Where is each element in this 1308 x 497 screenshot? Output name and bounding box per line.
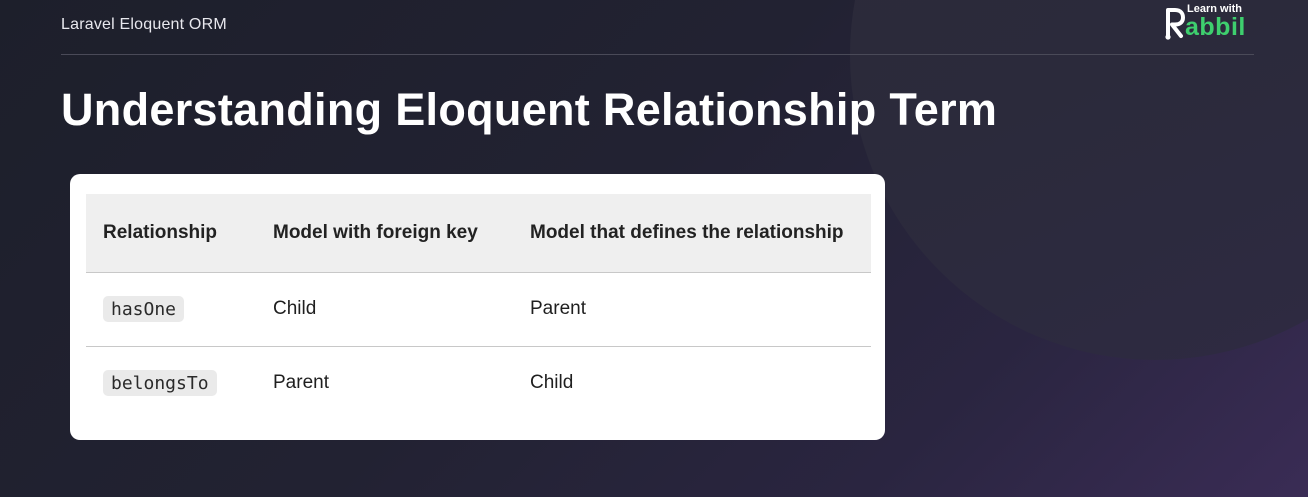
slide: Laravel Eloquent ORM Learn with abbil Un… — [0, 0, 1308, 497]
course-title: Laravel Eloquent ORM — [61, 16, 227, 33]
relationship-code: belongsTo — [103, 370, 217, 397]
logo-brand: abbil — [1185, 13, 1246, 41]
relationship-code: hasOne — [103, 296, 185, 322]
relationship-cell: hasOne — [86, 272, 273, 347]
rabbil-r-icon — [1165, 8, 1185, 40]
table-header-row: Relationship Model with foreign key Mode… — [86, 194, 871, 273]
table-row: hasOne Child Parent — [86, 272, 871, 347]
relationship-table-card: Relationship Model with foreign key Mode… — [70, 174, 885, 440]
defining-model-cell: Child — [530, 372, 574, 394]
column-header-defining-model: Model that defines the relationship — [530, 194, 871, 273]
relationship-table: Relationship Model with foreign key Mode… — [86, 194, 871, 420]
foreign-key-model-cell: Parent — [273, 372, 329, 394]
learn-with-rabbil-logo: Learn with abbil — [1163, 2, 1258, 42]
defining-model-cell: Parent — [530, 272, 871, 347]
header-divider — [61, 54, 1254, 55]
column-header-foreign-key-model: Model with foreign key — [273, 194, 530, 273]
relationship-cell: belongsTo — [86, 346, 273, 420]
page-title: Understanding Eloquent Relationship Term — [61, 84, 998, 135]
table-row: belongsTo Parent Child — [86, 346, 871, 420]
foreign-key-model-cell: Child — [273, 272, 530, 347]
column-header-relationship: Relationship — [86, 194, 273, 273]
